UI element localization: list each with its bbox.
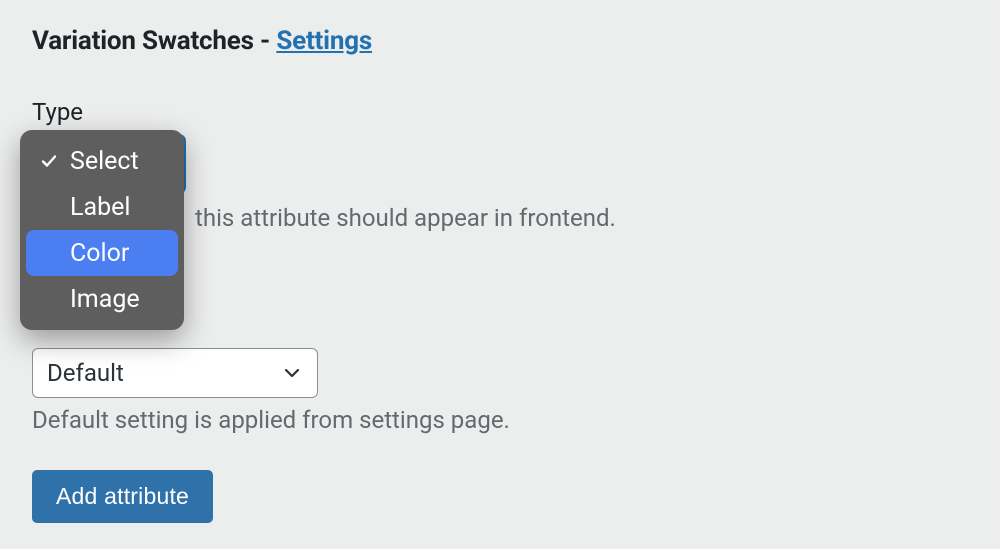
page-heading: Variation Swatches - Settings [32, 26, 968, 56]
dropdown-item-label[interactable]: Label [26, 184, 178, 230]
default-helper-text: Default setting is applied from settings… [32, 406, 968, 434]
dropdown-item-label: Color [70, 239, 129, 268]
heading-prefix: Variation Swatches - [32, 26, 276, 56]
type-dropdown[interactable]: Select Label Color Image [20, 130, 184, 330]
default-select[interactable]: Default [32, 348, 318, 398]
chevron-down-icon [281, 362, 303, 384]
dropdown-item-image[interactable]: Image [26, 276, 178, 322]
type-helper-fragment: this attribute should appear in frontend… [195, 204, 616, 232]
settings-link[interactable]: Settings [276, 26, 372, 56]
dropdown-item-label: Select [70, 147, 139, 176]
dropdown-item-select[interactable]: Select [26, 138, 178, 184]
dropdown-item-label: Image [70, 285, 140, 314]
dropdown-item-color[interactable]: Color [26, 230, 178, 276]
dropdown-item-label: Label [70, 193, 130, 222]
check-icon [38, 150, 60, 172]
add-attribute-button[interactable]: Add attribute [32, 470, 213, 523]
default-select-value: Default [47, 359, 124, 387]
type-label: Type [32, 98, 968, 126]
